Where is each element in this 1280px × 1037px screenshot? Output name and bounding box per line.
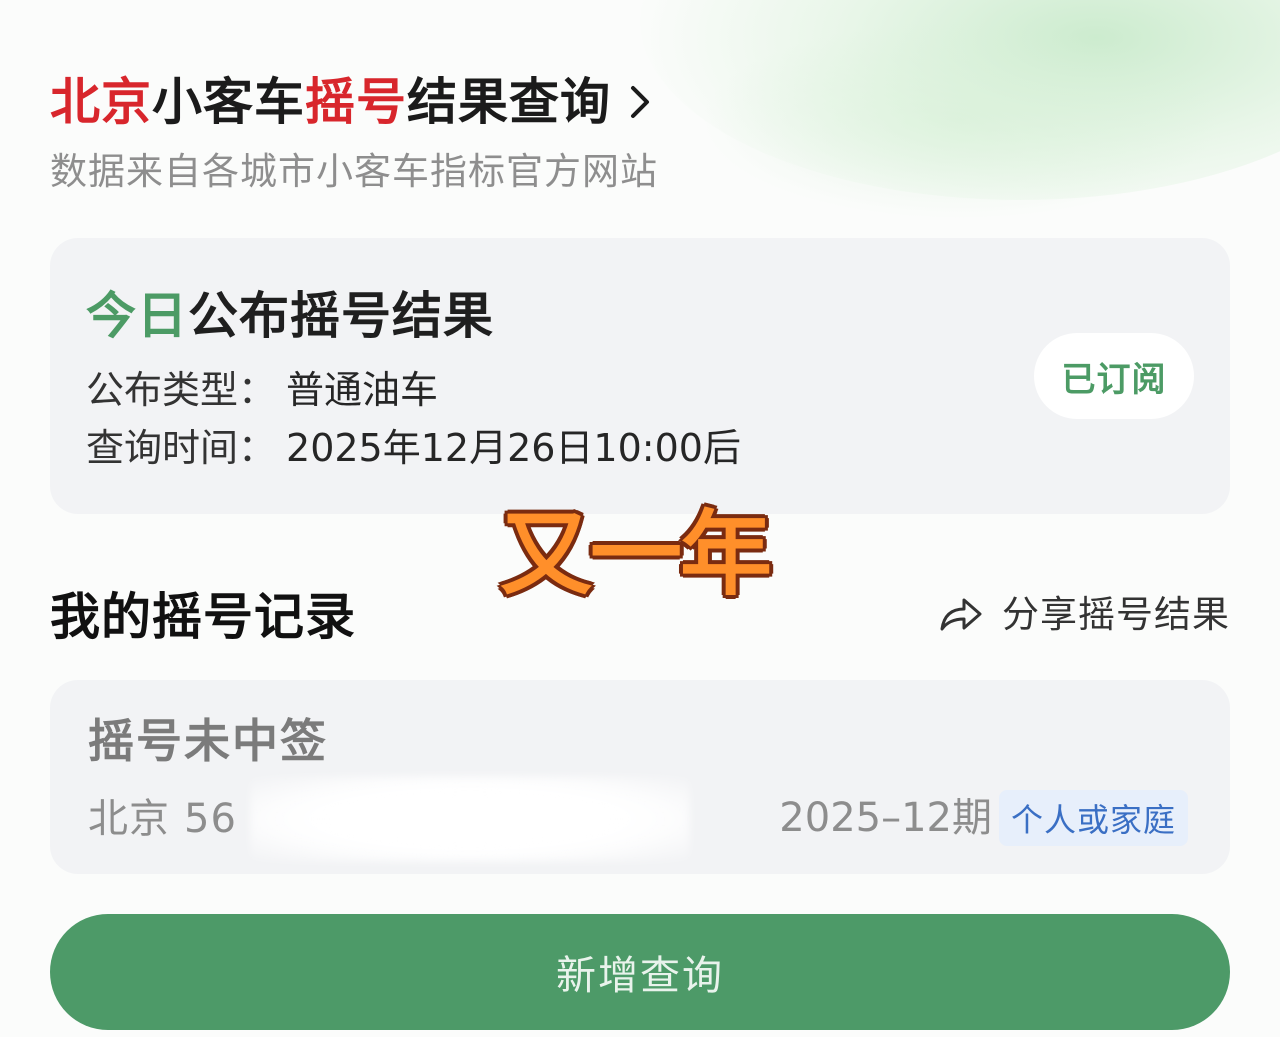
today-title-rest: 公布摇号结果 — [188, 287, 494, 345]
record-period: 2025–12期 — [779, 795, 992, 841]
page-title: 北京小客车摇号结果查询 — [50, 70, 611, 134]
share-result-button[interactable]: 分享摇号结果 — [938, 590, 1230, 640]
title-link[interactable]: 北京小客车摇号结果查询 — [50, 70, 658, 134]
page-header: 北京小客车摇号结果查询 数据来自各城市小客车指标官方网站 — [50, 70, 658, 196]
privacy-blur-mask — [250, 776, 690, 862]
today-title-highlight: 今日 — [86, 287, 188, 345]
record-type-tag: 个人或家庭 — [998, 790, 1188, 846]
title-lottery: 摇号 — [305, 73, 407, 131]
title-city: 北京 — [50, 73, 152, 131]
chevron-right-icon — [631, 86, 649, 118]
record-city-code: 北京 56 — [88, 794, 237, 844]
publish-type-value: 普通油车 — [286, 368, 439, 412]
today-result-card: 今日公布摇号结果 公布类型： 普通油车 查询时间： 2025年12月26日10:00… — [50, 238, 1230, 514]
publish-type-label: 公布类型： — [86, 368, 277, 412]
background-glow-secondary — [700, 20, 1220, 220]
record-code: 56 — [184, 796, 237, 842]
lottery-record-card[interactable]: 摇号未中签 北京 56 2025–12期 个人或家庭 — [50, 680, 1230, 874]
subscribed-button[interactable]: 已订阅 — [1034, 333, 1194, 419]
add-query-button[interactable]: 新增查询 — [50, 914, 1230, 1030]
title-query: 结果查询 — [407, 73, 611, 131]
record-city: 北京 — [88, 796, 170, 842]
record-status: 摇号未中签 — [88, 714, 328, 768]
share-result-label: 分享摇号结果 — [1002, 593, 1230, 636]
query-time-value: 2025年12月26日10:00后 — [286, 426, 741, 470]
overlay-caption: 又一年 — [500, 501, 772, 608]
query-time-row: 查询时间： 2025年12月26日10:00后 — [86, 424, 741, 472]
records-section-title: 我的摇号记录 — [50, 588, 356, 646]
query-time-label: 查询时间： — [86, 426, 277, 470]
background-glow — [640, 0, 1280, 200]
page-subtitle: 数据来自各城市小客车指标官方网站 — [50, 150, 658, 193]
title-vehicle: 小客车 — [152, 73, 305, 131]
today-card-title: 今日公布摇号结果 — [86, 286, 494, 346]
lottery-result-page: 北京小客车摇号结果查询 数据来自各城市小客车指标官方网站 今日公布摇号结果 公布… — [0, 0, 1280, 1037]
share-arrow-icon — [940, 598, 982, 631]
publish-type-row: 公布类型： 普通油车 — [86, 366, 438, 414]
